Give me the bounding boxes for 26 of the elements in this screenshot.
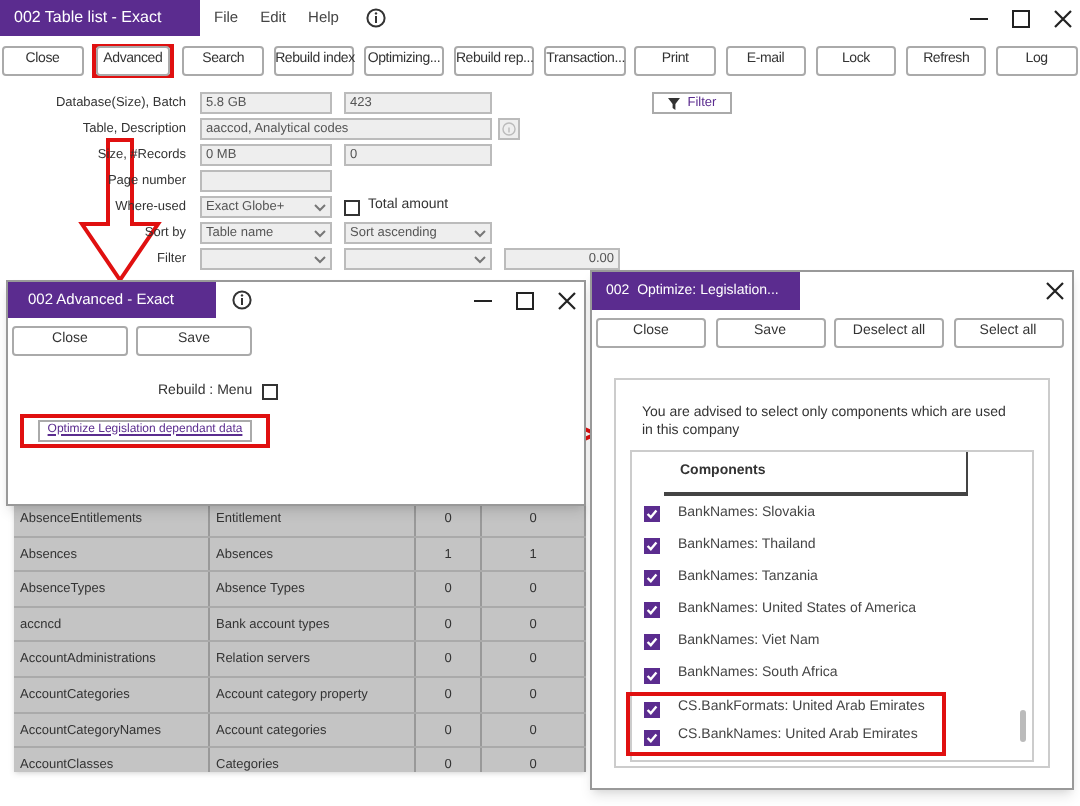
chevron-icon (314, 229, 326, 237)
close-icon[interactable] (1054, 9, 1072, 27)
info-icon[interactable] (366, 8, 387, 28)
maximize-icon[interactable] (1012, 9, 1030, 27)
checkbox[interactable] (644, 538, 660, 555)
chevron-icon (314, 203, 326, 211)
checkbox[interactable] (344, 199, 360, 215)
window-title: 002 Table list - Exact (0, 0, 200, 36)
chevron-icon (474, 229, 486, 237)
close-icon[interactable] (1046, 282, 1064, 300)
checkbox[interactable] (262, 384, 279, 401)
info-icon[interactable] (232, 290, 252, 310)
scrollbar-thumb[interactable] (1020, 710, 1026, 742)
checkbox[interactable] (644, 701, 660, 718)
chevron-icon (474, 255, 486, 263)
checkbox[interactable] (644, 634, 660, 651)
checkbox[interactable] (644, 570, 660, 587)
chevron-icon (314, 255, 326, 263)
checkbox[interactable] (644, 506, 660, 523)
checkbox[interactable] (644, 729, 660, 746)
close-icon[interactable] (558, 291, 576, 309)
checkbox[interactable] (644, 602, 660, 619)
maximize-icon[interactable] (516, 291, 534, 309)
input-field[interactable] (200, 170, 332, 192)
checkbox[interactable] (644, 667, 660, 684)
funnel-icon (667, 97, 680, 109)
